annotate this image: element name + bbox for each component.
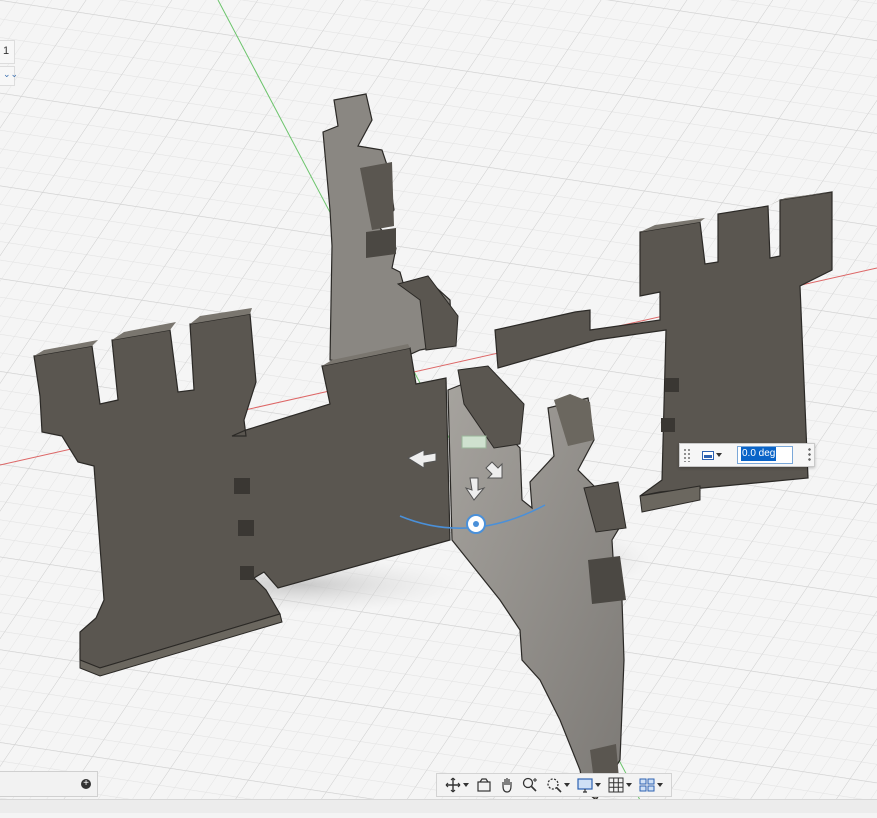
chevron-down-icon: ⌄⌄ — [3, 69, 19, 79]
3d-viewport[interactable]: 1 ⌄⌄ 0.0 deg + — [0, 0, 877, 813]
viewports-icon — [639, 778, 655, 792]
chevron-down-icon — [626, 783, 633, 787]
display-settings-icon — [577, 778, 593, 793]
pan-icon — [502, 778, 512, 793]
pan-button[interactable] — [499, 776, 515, 794]
gizmo-plane-handle — [461, 435, 487, 449]
look-at-icon — [477, 778, 491, 792]
chevron-down-icon — [657, 783, 664, 787]
zoom-icon — [523, 777, 538, 792]
fit-button[interactable] — [546, 776, 570, 794]
drag-grip-icon[interactable] — [683, 448, 691, 462]
browser-panel-collapsed[interactable]: + — [0, 771, 98, 797]
zoom-button[interactable] — [522, 776, 538, 794]
chevron-down-icon — [594, 783, 601, 787]
chevron-down-icon — [563, 783, 570, 787]
angle-mode-icon — [702, 450, 714, 460]
orbit-icon — [445, 777, 461, 793]
fit-icon — [546, 778, 562, 793]
grid-settings-button[interactable] — [608, 776, 633, 794]
orbit-button[interactable] — [445, 776, 469, 794]
rotation-angle-input-box: 0.0 deg — [679, 443, 815, 467]
display-settings-button[interactable] — [577, 776, 601, 794]
chevron-down-icon — [716, 453, 722, 457]
navigation-toolbar — [436, 773, 672, 797]
add-icon[interactable]: + — [81, 779, 91, 789]
viewports-button[interactable] — [639, 776, 664, 794]
status-bar — [0, 799, 877, 813]
look-at-button[interactable] — [476, 776, 492, 794]
grid-settings-icon — [608, 777, 624, 793]
more-options-icon[interactable] — [808, 447, 811, 463]
chevron-down-icon — [462, 783, 469, 787]
rotation-angle-value: 0.0 deg — [741, 447, 777, 461]
side-panel-chevron[interactable]: ⌄⌄ — [0, 66, 19, 86]
angle-mode-dropdown[interactable] — [697, 447, 727, 463]
side-panel-tag[interactable]: 1 — [0, 40, 15, 64]
canvas-scene — [0, 0, 877, 813]
side-panel-number: 1 — [3, 45, 10, 57]
